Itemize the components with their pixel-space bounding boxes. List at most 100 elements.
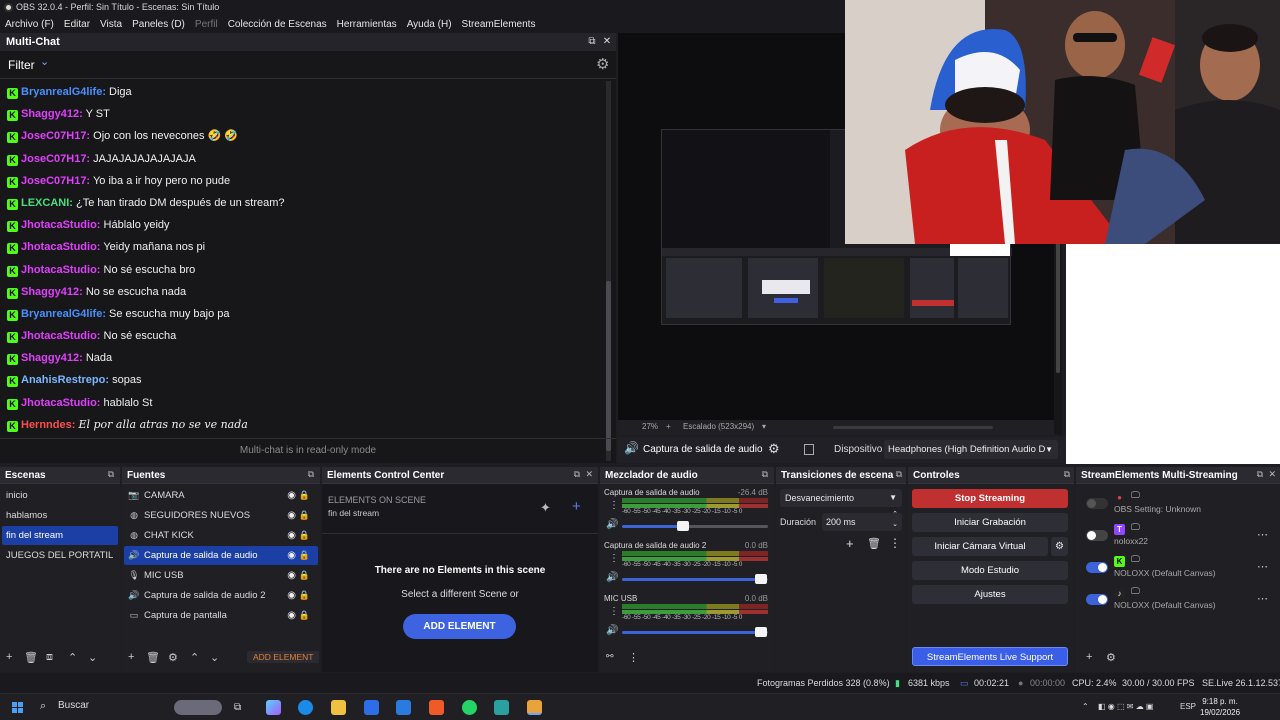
chat-username[interactable]: JhotacaStudio: — [21, 330, 100, 342]
brave-icon[interactable] — [429, 700, 444, 715]
app-icon[interactable] — [494, 700, 509, 715]
link-icon[interactable]: ⚯ — [606, 651, 614, 662]
float-icon[interactable]: ⧉ — [308, 469, 314, 480]
source-item[interactable]: ◍ CHAT KICK ◉ 🔒 — [124, 526, 318, 545]
chevron-down-icon[interactable]: ⌄ — [40, 55, 49, 68]
task-view-icon[interactable]: ⧉ — [234, 702, 241, 713]
eye-icon[interactable]: ◉ — [287, 486, 296, 505]
tray-icons[interactable]: ◧ ◉ ⬚ ✉ ☁ ▣ — [1098, 702, 1153, 711]
source-item[interactable]: 🎙 MIC USB ◉ 🔒 — [124, 566, 318, 585]
gear-icon[interactable]: ⚙ — [168, 651, 178, 664]
stop-streaming-button[interactable]: Stop Streaming — [912, 489, 1068, 508]
add-icon[interactable]: + — [572, 498, 581, 515]
chat-username[interactable]: JoseC07H17: — [21, 153, 90, 165]
float-icon[interactable]: ⧉ — [586, 36, 598, 48]
more-vertical-icon[interactable]: ⋮ — [609, 606, 619, 617]
more-vertical-icon[interactable]: ⋮ — [609, 553, 619, 564]
more-vertical-icon[interactable]: ⋮ — [889, 536, 901, 550]
whatsapp-icon[interactable] — [462, 700, 477, 715]
zoom-level[interactable]: 27% — [642, 422, 658, 431]
eye-icon[interactable]: ◉ — [287, 506, 296, 525]
eye-icon[interactable]: ◉ — [287, 586, 296, 605]
chat-username[interactable]: AnahisRestrepo: — [21, 374, 109, 386]
menu-profile[interactable]: Perfil — [190, 16, 223, 33]
chat-username[interactable]: JhotacaStudio: — [21, 241, 100, 253]
float-icon[interactable]: ⧉ — [574, 469, 580, 480]
chat-username[interactable]: JhotacaStudio: — [21, 264, 100, 276]
add-icon[interactable]: + — [1086, 651, 1092, 663]
more-horizontal-icon[interactable]: ⋯ — [1257, 592, 1268, 605]
scale-dropdown[interactable]: Escalado (523x294) — [683, 422, 754, 431]
preview-hscroll[interactable] — [833, 426, 993, 429]
menu-scene-collection[interactable]: Colección de Escenas — [223, 16, 332, 33]
add-icon[interactable]: + — [128, 651, 134, 663]
lock-icon[interactable]: 🔒 — [299, 606, 310, 625]
volume-slider[interactable] — [622, 627, 768, 637]
tray-chevron-up-icon[interactable]: ⌃ — [1082, 702, 1089, 711]
gear-icon[interactable]: ⚙ — [768, 441, 780, 457]
widgets-icon[interactable] — [174, 700, 222, 715]
lock-icon[interactable]: 🔒 — [299, 566, 310, 585]
more-vertical-icon[interactable]: ⋮ — [628, 651, 639, 664]
float-icon[interactable]: ⧉ — [1257, 469, 1263, 480]
chevron-up-icon[interactable]: ⌃ — [190, 651, 199, 664]
chevron-down-icon[interactable]: ⌄ — [210, 651, 219, 664]
float-icon[interactable]: ⧉ — [1064, 469, 1070, 480]
chat-username[interactable]: JoseC07H17: — [21, 175, 90, 187]
scene-item[interactable]: inicio — [2, 486, 118, 505]
chevron-down-icon[interactable]: ⌄ — [88, 651, 97, 664]
lock-icon[interactable]: 🔒 — [299, 546, 310, 565]
taskbar-search[interactable]: Buscar — [58, 700, 89, 711]
destination-toggle[interactable] — [1086, 530, 1108, 541]
lock-icon[interactable]: 🔒 — [299, 486, 310, 505]
menu-file[interactable]: Archivo (F) — [0, 16, 59, 33]
search-icon[interactable]: ⌕ — [40, 700, 46, 713]
chat-username[interactable]: BryanrealG4life: — [21, 86, 106, 98]
trash-icon[interactable]: 🗑 — [867, 537, 881, 550]
source-item[interactable]: 🔊 Captura de salida de audio ◉ 🔒 — [124, 546, 318, 565]
chat-username[interactable]: JhotacaStudio: — [21, 397, 100, 409]
eye-icon[interactable]: ◉ — [287, 566, 296, 585]
add-element-button[interactable]: ADD ELEMENT — [403, 614, 516, 639]
volume-knob[interactable] — [755, 627, 767, 637]
gear-icon[interactable]: ⚙ — [1051, 537, 1068, 556]
close-icon[interactable]: ✕ — [585, 469, 593, 480]
eye-icon[interactable]: ◉ — [287, 546, 296, 565]
outlook-icon[interactable] — [396, 700, 411, 715]
language-indicator[interactable]: ESP — [1180, 702, 1196, 711]
add-element-button[interactable]: ADD ELEMENT — [247, 651, 320, 663]
lock-icon[interactable]: 🔒 — [299, 506, 310, 525]
add-icon[interactable]: + — [6, 651, 12, 663]
close-icon[interactable]: ✕ — [601, 36, 613, 48]
chat-username[interactable]: BryanrealG4life: — [21, 308, 106, 320]
speaker-icon[interactable]: 🔊 — [606, 519, 618, 530]
chevron-down-icon[interactable]: ▾ — [762, 422, 766, 431]
transition-select[interactable]: Desvanecimiento ▼ — [780, 489, 902, 507]
chat-username[interactable]: Shaggy412: — [21, 352, 83, 364]
add-icon[interactable]: + — [846, 536, 854, 551]
streamelements-obs-icon[interactable] — [527, 700, 542, 715]
menu-tools[interactable]: Herramientas — [332, 16, 402, 33]
copilot-icon[interactable] — [266, 700, 281, 715]
destination-toggle[interactable] — [1086, 562, 1108, 573]
eye-icon[interactable]: ◉ — [287, 606, 296, 625]
chat-username[interactable]: JoseC07H17: — [21, 130, 90, 142]
scene-item[interactable]: JUEGOS DEL PORTATIL — [2, 546, 118, 565]
chat-username[interactable]: Hernndes: — [21, 419, 75, 431]
speaker-icon[interactable]: 🔊 — [606, 625, 618, 636]
trash-icon[interactable]: 🗑 — [24, 651, 38, 664]
volume-knob[interactable] — [677, 521, 689, 531]
scene-item[interactable]: hablamos — [2, 506, 118, 525]
start-virtual-camera-button[interactable]: Iniciar Cámara Virtual — [912, 537, 1048, 556]
settings-button[interactable]: Ajustes — [912, 585, 1068, 604]
start-recording-button[interactable]: Iniciar Grabación — [912, 513, 1068, 532]
source-item[interactable]: 📷 CAMARA ◉ 🔒 — [124, 486, 318, 505]
chat-username[interactable]: Shaggy412: — [21, 108, 83, 120]
chat-scrollbar[interactable] — [606, 81, 611, 461]
float-icon[interactable]: ⧉ — [896, 469, 902, 480]
destination-toggle[interactable] — [1086, 594, 1108, 605]
eye-icon[interactable]: ◉ — [287, 526, 296, 545]
lock-icon[interactable]: 🔒 — [299, 526, 310, 545]
source-item[interactable]: ▭ Captura de pantalla ◉ 🔒 — [124, 606, 318, 625]
spin-arrows-icon[interactable]: ⌃ ⌄ — [892, 510, 898, 530]
